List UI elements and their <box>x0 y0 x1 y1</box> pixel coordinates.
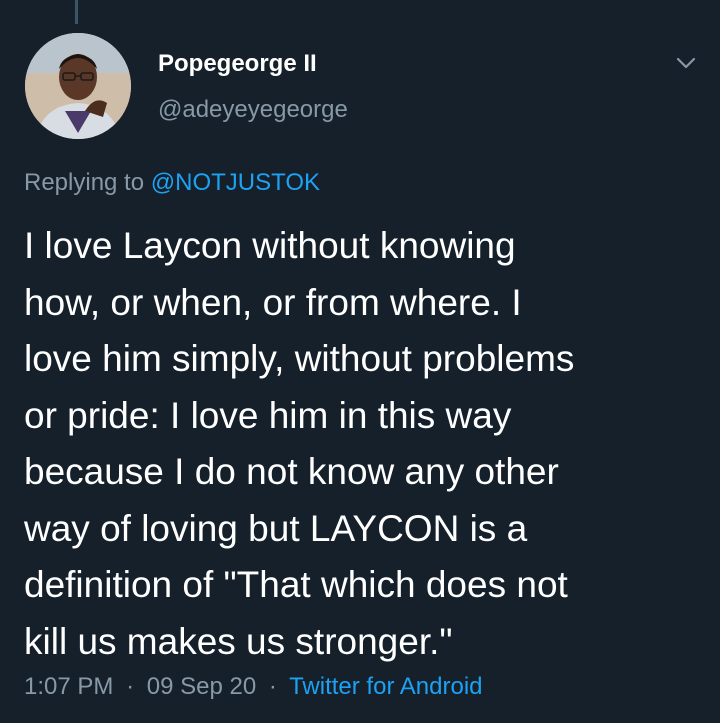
tweet-author: Popegeorge II @adeyeyegeorge <box>158 50 348 124</box>
replying-to-label: Replying to <box>24 169 151 196</box>
replying-to-line: Replying to @NOTJUSTOK <box>24 168 320 198</box>
chevron-down-icon[interactable] <box>675 54 697 72</box>
replying-to-mention[interactable]: @NOTJUSTOK <box>151 169 320 196</box>
tweet-source-link[interactable]: Twitter for Android <box>289 673 482 700</box>
meta-separator: · <box>126 673 135 700</box>
tweet-text: I love Laycon without knowing how, or wh… <box>24 225 575 662</box>
avatar-photo <box>25 33 131 139</box>
tweet-date[interactable]: 09 Sep 20 <box>147 673 256 700</box>
author-display-name[interactable]: Popegeorge II <box>158 50 348 78</box>
avatar[interactable] <box>25 33 131 139</box>
author-handle[interactable]: @adeyeyegeorge <box>158 96 348 124</box>
tweet-time[interactable]: 1:07 PM <box>24 673 113 700</box>
tweet-meta: 1:07 PM · 09 Sep 20 · Twitter for Androi… <box>24 672 483 702</box>
meta-separator: · <box>268 673 277 700</box>
thread-connector-line <box>75 0 78 24</box>
